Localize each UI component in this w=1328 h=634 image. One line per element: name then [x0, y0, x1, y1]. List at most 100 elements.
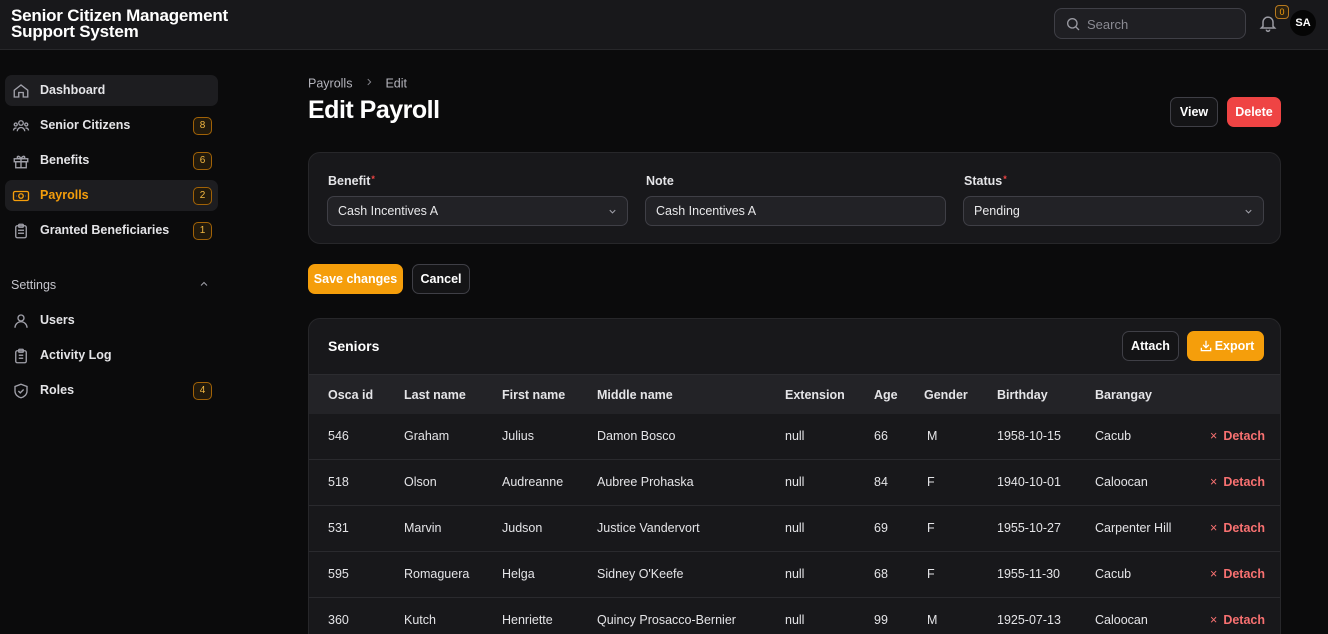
table-cell: Henriette: [502, 613, 553, 627]
cancel-button[interactable]: Cancel: [412, 264, 470, 294]
table-cell: null: [785, 429, 805, 443]
table-cell: F: [927, 567, 935, 581]
page-title: Edit Payroll: [308, 96, 440, 124]
column-header[interactable]: Age: [874, 388, 898, 402]
table-row: 360 Kutch Henriette Quincy Prosacco-Bernier…: [309, 598, 1280, 634]
seniors-title: Seniors: [328, 338, 380, 354]
download-icon: [1200, 340, 1212, 352]
sidebar-item-benefits[interactable]: Benefits 6: [5, 145, 218, 176]
detach-button[interactable]: × Detach: [1210, 567, 1265, 581]
detach-button[interactable]: × Detach: [1210, 475, 1265, 489]
settings-group-label[interactable]: Settings: [11, 278, 56, 292]
note-value: Cash Incentives A: [656, 204, 757, 218]
table-row: 531 Marvin Judson Justice Vandervort null 69 F…: [309, 506, 1280, 552]
sidebar-item-label: Granted Beneficiaries: [40, 223, 170, 237]
table-cell: Sidney O'Keefe: [597, 567, 684, 581]
note-input[interactable]: Cash Incentives A: [645, 196, 946, 226]
export-label: Export: [1214, 339, 1255, 353]
sidebar-item-payrolls[interactable]: Payrolls 2: [5, 180, 218, 211]
close-icon: ×: [1210, 521, 1218, 535]
table-cell: 1955-10-27: [997, 521, 1061, 535]
table-cell: 84: [874, 475, 888, 489]
table-cell: Judson: [502, 521, 543, 535]
sidebar-item-users[interactable]: Users: [5, 305, 218, 336]
status-select[interactable]: Pending: [963, 196, 1264, 226]
table-cell: 1955-11-30: [997, 567, 1061, 581]
detach-button[interactable]: × Detach: [1210, 429, 1265, 443]
table-cell: 518: [328, 475, 349, 489]
note-label: Note: [646, 174, 674, 188]
detach-label: Detach: [1223, 567, 1265, 581]
table-cell: 66: [874, 429, 888, 443]
count-badge: 8: [193, 117, 212, 135]
notification-badge: 0: [1275, 5, 1289, 19]
status-value: Pending: [974, 204, 1020, 218]
save-changes-button[interactable]: Save changes: [308, 264, 403, 294]
benefit-select[interactable]: Cash Incentives A: [327, 196, 628, 226]
table-cell: null: [785, 475, 805, 489]
table-cell: Olson: [404, 475, 437, 489]
sidebar-item-senior-citizens[interactable]: Senior Citizens 8: [5, 110, 218, 141]
status-label: Status*: [964, 174, 1007, 188]
column-header[interactable]: Extension: [785, 388, 845, 402]
table-cell: Marvin: [404, 521, 442, 535]
table-cell: null: [785, 613, 805, 627]
sidebar-item-roles[interactable]: Roles 4: [5, 375, 218, 406]
table-row: 518 Olson Audreanne Aubree Prohaska null 84 F 1…: [309, 460, 1280, 506]
column-header[interactable]: First name: [502, 388, 565, 402]
sidebar-item-label: Roles: [40, 383, 75, 397]
table-cell: 1958-10-15: [997, 429, 1061, 443]
table-cell: null: [785, 567, 805, 581]
detach-label: Detach: [1223, 521, 1265, 535]
home-icon: [13, 84, 29, 98]
banknote-icon: [12, 190, 30, 202]
attach-button[interactable]: Attach: [1122, 331, 1179, 361]
breadcrumb-current: Edit: [385, 76, 407, 91]
breadcrumb-link-payrolls[interactable]: Payrolls: [308, 77, 352, 91]
sidebar-item-granted-beneficiaries[interactable]: Granted Beneficiaries 1: [5, 215, 218, 246]
table-cell: Aubree Prohaska: [597, 475, 694, 489]
top-bar: Senior Citizen Management Support System…: [0, 0, 1328, 50]
search-input[interactable]: Search: [1087, 17, 1128, 32]
clipboard-list-icon: [15, 348, 27, 364]
table-cell: 69: [874, 521, 888, 535]
column-header[interactable]: Middle name: [597, 388, 673, 402]
search-icon: [1067, 18, 1080, 31]
sidebar: Dashboard Senior Citizens 8 Benefits 6 P…: [0, 50, 228, 634]
column-header[interactable]: Last name: [404, 388, 466, 402]
sidebar-item-dashboard[interactable]: Dashboard: [5, 75, 218, 106]
detach-button[interactable]: × Detach: [1210, 613, 1265, 627]
delete-button[interactable]: Delete: [1227, 97, 1281, 127]
table-cell: 1925-07-13: [997, 613, 1061, 627]
table-cell: Cacub: [1095, 429, 1132, 443]
table-row: 546 Graham Julius Damon Bosco null 66 M 1958-10…: [309, 414, 1280, 460]
column-header[interactable]: Birthday: [997, 388, 1048, 402]
table-cell: 531: [328, 521, 349, 535]
table-cell: 99: [874, 613, 888, 627]
column-header[interactable]: Gender: [924, 388, 968, 402]
table-cell: Kutch: [404, 613, 436, 627]
close-icon: ×: [1210, 475, 1218, 489]
column-header[interactable]: Barangay: [1095, 388, 1152, 402]
export-button[interactable]: Export: [1187, 331, 1264, 361]
detach-label: Detach: [1223, 429, 1265, 443]
table-cell: Caloocan: [1095, 613, 1148, 627]
column-header[interactable]: Osca id: [328, 388, 373, 402]
chevron-down-icon: [1245, 209, 1252, 214]
detach-button[interactable]: × Detach: [1210, 521, 1265, 535]
sidebar-item-label: Senior Citizens: [40, 118, 131, 132]
table-cell: Audreanne: [502, 475, 564, 489]
table-cell: null: [785, 521, 805, 535]
sidebar-item-activity-log[interactable]: Activity Log: [5, 340, 218, 371]
app-title[interactable]: Senior Citizen Management Support System: [11, 7, 241, 40]
sidebar-item-label: Payrolls: [40, 188, 89, 202]
search-box[interactable]: Search: [1054, 8, 1246, 39]
table-cell: 546: [328, 429, 349, 443]
chevron-up-icon[interactable]: [198, 278, 210, 290]
view-button[interactable]: View: [1170, 97, 1218, 127]
count-badge: 2: [193, 187, 212, 205]
benefit-label: Benefit*: [328, 174, 375, 188]
avatar[interactable]: SA: [1290, 10, 1316, 36]
sidebar-item-label: Dashboard: [40, 83, 106, 97]
clipboard-icon: [15, 223, 27, 239]
